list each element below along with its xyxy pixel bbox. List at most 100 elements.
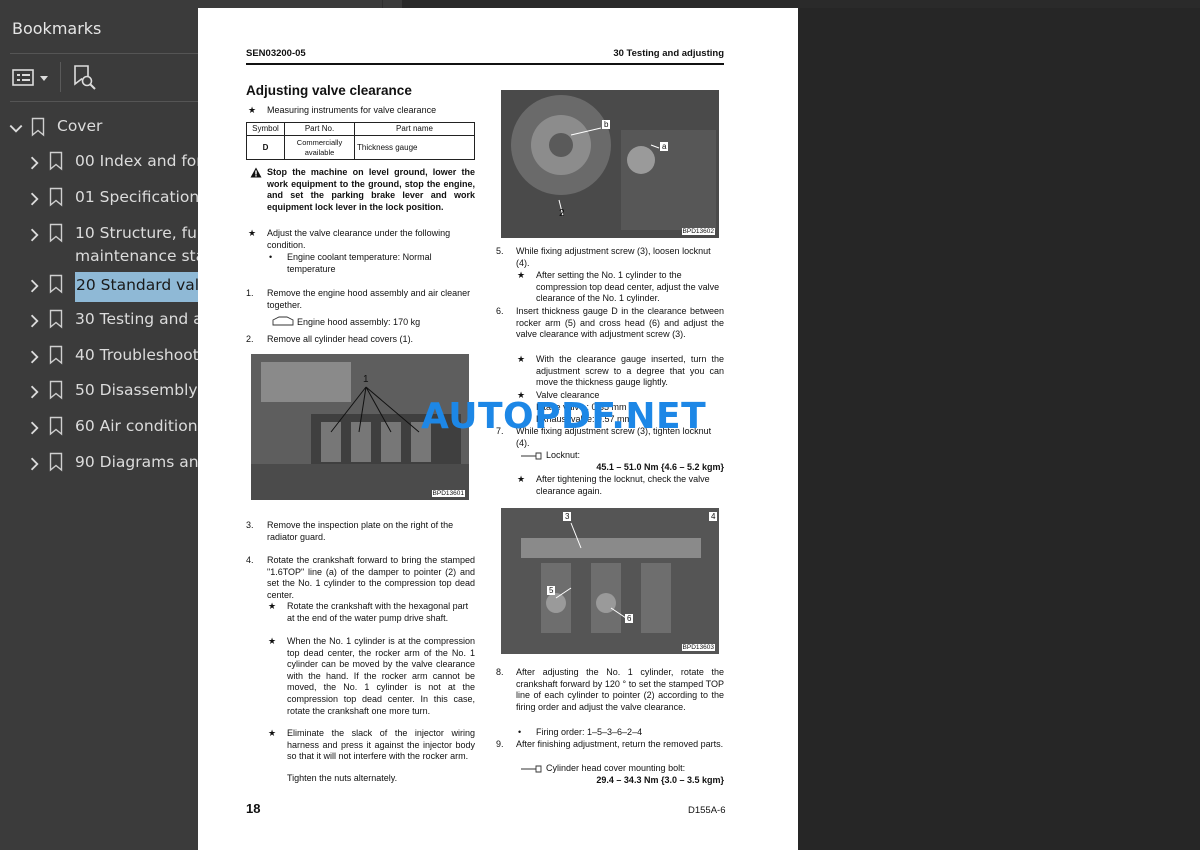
bookmark-icon — [49, 187, 63, 207]
chevron-right-icon[interactable] — [27, 278, 43, 294]
warning-text: Stop the machine on level ground, lower … — [267, 167, 475, 212]
step-6-note-1: With the clearance gauge inserted, turn … — [536, 354, 724, 388]
photo-label: 1 — [363, 374, 369, 385]
star-icon: ★ — [517, 474, 526, 484]
chevron-right-icon[interactable] — [27, 456, 43, 472]
damper-photo: b a 2 BPD13602 — [501, 90, 719, 238]
step-5-note: After setting the No. 1 cylinder to the … — [536, 270, 720, 304]
step-number: 6. — [496, 306, 504, 316]
photo-label: a — [660, 142, 669, 151]
bookmark-icon — [49, 380, 63, 400]
page-heading: Adjusting valve clearance — [246, 83, 412, 98]
bookmark-icon — [49, 452, 63, 472]
star-icon: ★ — [268, 601, 277, 611]
step-number: 8. — [496, 667, 504, 677]
bolt-torque: 29.4 – 34.3 Nm {3.0 – 3.5 kgm} — [596, 775, 724, 785]
pdf-viewer-app: Bookmarks Cover 00 Index and foreword 01… — [0, 0, 1200, 850]
step-6: Insert thickness gauge D in the clearanc… — [516, 306, 724, 340]
bookmark-icon — [49, 151, 63, 171]
step-number: 2. — [246, 334, 254, 344]
model-code: D155A-6 — [688, 805, 726, 816]
bookmark-icon — [49, 416, 63, 436]
bookmark-label: 01 Specification — [75, 188, 200, 206]
step-8: After adjusting the No. 1 cylinder, rota… — [516, 667, 724, 712]
locknut-label: Locknut: — [546, 450, 581, 460]
step-7-note: After tightening the locknut, check the … — [536, 474, 710, 496]
photo-tag: BPD13603 — [681, 644, 715, 651]
step-5: While fixing adjustment screw (3), loose… — [516, 246, 711, 268]
viewer-top-strip — [402, 0, 1200, 8]
bullet: • — [269, 252, 273, 262]
bookmark-options-icon[interactable] — [12, 66, 52, 90]
step-4-note-3b: Tighten the nuts alternately. — [287, 773, 398, 783]
photo-label: 2 — [559, 208, 565, 219]
step-number: 9. — [496, 739, 504, 749]
table-cell: D — [246, 135, 285, 160]
star-icon: ★ — [248, 105, 257, 115]
find-bookmark-icon[interactable] — [72, 64, 98, 92]
table-cell: Commercially available — [284, 135, 355, 160]
bookmark-icon — [49, 309, 63, 329]
step-1: Remove the engine hood assembly and air … — [267, 288, 471, 310]
step-9: After finishing adjustment, return the r… — [516, 739, 724, 749]
toolbar-separator — [60, 62, 61, 92]
locknut-torque: 45.1 – 51.0 Nm {4.6 – 5.2 kgm} — [596, 462, 724, 472]
chevron-right-icon[interactable] — [27, 420, 43, 436]
photo-tag: BPD13602 — [681, 228, 715, 235]
bookmark-icon — [49, 274, 63, 294]
coolant-note: Engine coolant temperature: Normal tempe… — [287, 252, 432, 274]
bookmark-icon — [49, 223, 63, 243]
wrench-icon — [521, 765, 542, 773]
step-4: Rotate the crankshaft forward to bring t… — [267, 555, 475, 600]
bookmark-label: 60 Air conditioner — [75, 417, 214, 435]
table-header: Part No. — [284, 122, 355, 136]
star-icon: ★ — [248, 228, 257, 238]
star-icon: ★ — [517, 270, 526, 280]
bookmark-icon — [49, 345, 63, 365]
step-number: 5. — [496, 246, 504, 256]
step-2: Remove all cylinder head covers (1). — [267, 334, 414, 344]
chevron-right-icon[interactable] — [27, 349, 43, 365]
weight-icon — [272, 316, 294, 326]
chevron-right-icon[interactable] — [27, 313, 43, 329]
star-icon: ★ — [517, 354, 526, 364]
bookmarks-title: Bookmarks — [12, 19, 102, 38]
photo-label: 6 — [625, 614, 634, 623]
photo-label: 3 — [563, 512, 572, 521]
header-rule — [246, 63, 724, 65]
bullet: • — [518, 727, 522, 737]
star-icon: ★ — [268, 636, 277, 646]
photo-label: 4 — [709, 512, 718, 521]
step-number: 4. — [246, 555, 254, 565]
chevron-right-icon[interactable] — [27, 155, 43, 171]
tools-table: Symbol Part No. Part name D Commercially… — [246, 122, 475, 160]
photo-label: 5 — [547, 586, 556, 595]
chevron-right-icon[interactable] — [27, 191, 43, 207]
section-title: 30 Testing and adjusting — [613, 48, 724, 59]
watermark: AUTOPDF.NET — [421, 396, 707, 437]
bookmark-label: Cover — [57, 117, 103, 135]
hood-weight: Engine hood assembly: 170 kg — [297, 317, 421, 327]
bookmark-icon — [31, 117, 45, 137]
warning-icon — [250, 167, 262, 178]
step-4-note-3: Eliminate the slack of the injector wiri… — [287, 728, 475, 762]
measuring-note: Measuring instruments for valve clearanc… — [267, 105, 437, 115]
page-number: 18 — [246, 801, 261, 816]
doc-code: SEN03200-05 — [246, 48, 306, 59]
photo-tag: BPD13601 — [431, 490, 465, 497]
chevron-right-icon[interactable] — [27, 384, 43, 400]
step-number: 3. — [246, 520, 254, 530]
step-3: Remove the inspection plate on the right… — [267, 520, 454, 542]
photo-label: b — [602, 120, 611, 129]
rocker-arm-photo: 3 4 5 6 BPD13603 — [501, 508, 719, 654]
table-header: Symbol — [246, 122, 285, 136]
chevron-down-icon[interactable] — [8, 121, 24, 137]
step-number: 1. — [246, 288, 254, 298]
step-4-note-2: When the No. 1 cylinder is at the compre… — [287, 636, 475, 716]
wrench-icon — [521, 452, 542, 460]
table-cell: Thickness gauge — [354, 135, 475, 160]
star-icon: ★ — [268, 728, 277, 738]
adjust-note: Adjust the valve clearance under the fol… — [267, 228, 451, 250]
chevron-right-icon[interactable] — [27, 227, 43, 243]
step-4-note-1: Rotate the crankshaft with the hexagonal… — [287, 601, 469, 623]
